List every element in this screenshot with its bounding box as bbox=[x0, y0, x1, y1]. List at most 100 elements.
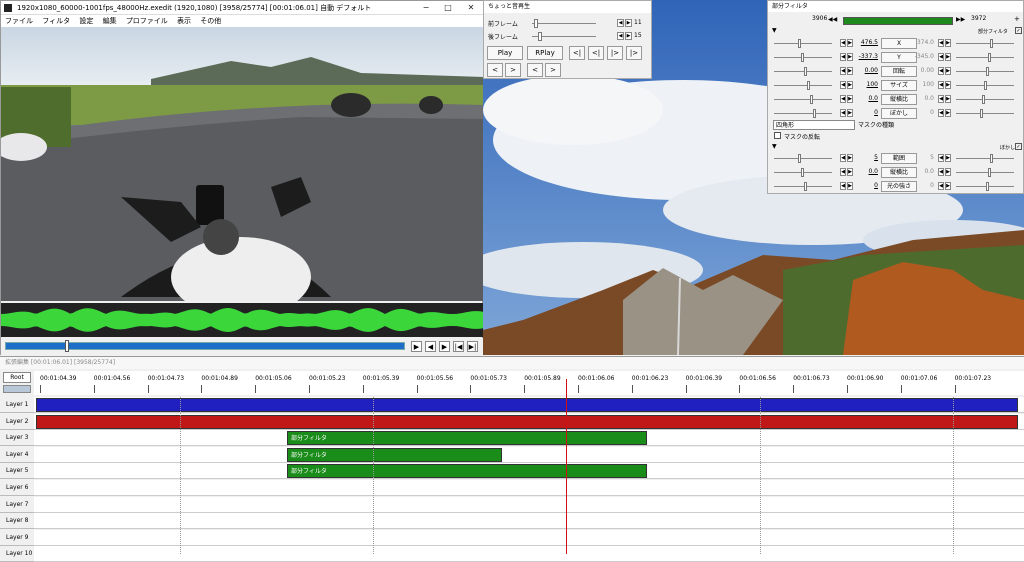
layer-lane[interactable] bbox=[34, 513, 1024, 530]
param-knob[interactable] bbox=[988, 168, 991, 177]
playhead[interactable] bbox=[566, 379, 567, 554]
param-mode-button[interactable]: 縦横比 bbox=[881, 167, 917, 178]
mask-invert-checkbox[interactable] bbox=[774, 132, 781, 139]
decrement-icon[interactable]: ◀ bbox=[938, 182, 944, 190]
decrement-icon[interactable]: ◀ bbox=[938, 109, 944, 117]
param-track[interactable] bbox=[956, 43, 1014, 44]
rplay-button[interactable]: RPlay bbox=[527, 46, 563, 60]
param-start-value[interactable]: 0 bbox=[852, 109, 878, 116]
prev-frames-track[interactable] bbox=[532, 23, 596, 24]
layer-lane[interactable] bbox=[34, 446, 1024, 463]
jump-end-icon[interactable]: ▶| bbox=[467, 341, 478, 352]
shift-left-button[interactable]: < bbox=[487, 63, 503, 77]
increment-icon[interactable]: ▶ bbox=[945, 109, 951, 117]
param-mode-button[interactable]: Y bbox=[881, 52, 917, 63]
close-button[interactable]: ✕ bbox=[464, 2, 478, 14]
param-track[interactable] bbox=[956, 158, 1014, 159]
param-track[interactable] bbox=[956, 71, 1014, 72]
range-bar[interactable] bbox=[843, 17, 953, 25]
param-knob[interactable] bbox=[798, 154, 801, 163]
param-knob[interactable] bbox=[798, 39, 801, 48]
layer-label[interactable]: Layer 9 bbox=[0, 529, 34, 546]
decrement-icon[interactable]: ◀ bbox=[938, 67, 944, 75]
param-track[interactable] bbox=[774, 113, 832, 114]
layer-label[interactable]: Layer 5 bbox=[0, 463, 34, 480]
param-end-value[interactable]: 0 bbox=[914, 182, 934, 189]
param-start-value[interactable]: 0.0 bbox=[852, 168, 878, 175]
param-end-value[interactable]: 0.00 bbox=[914, 67, 934, 74]
param-knob[interactable] bbox=[804, 67, 807, 76]
param-track[interactable] bbox=[774, 71, 832, 72]
decrement-icon[interactable]: ◀ bbox=[840, 81, 846, 89]
increment-icon[interactable]: ▶ bbox=[945, 53, 951, 61]
param-start-value[interactable]: 476.5 bbox=[852, 39, 878, 46]
param-end-value[interactable]: 0.0 bbox=[914, 168, 934, 175]
param-end-value[interactable]: 5 bbox=[914, 154, 934, 161]
layer-label[interactable]: Layer 1 bbox=[0, 397, 34, 413]
partial-filter-clip[interactable]: 部分フィルタ bbox=[287, 431, 647, 446]
next-frames-knob[interactable] bbox=[538, 32, 542, 41]
param-start-value[interactable]: 0 bbox=[852, 182, 878, 189]
first-frame-button[interactable]: <| bbox=[569, 46, 585, 60]
layer-lane[interactable] bbox=[34, 529, 1024, 546]
param-track[interactable] bbox=[774, 158, 832, 159]
increment-icon[interactable]: ▶ bbox=[625, 32, 632, 40]
media-clip[interactable] bbox=[36, 398, 1018, 412]
param-knob[interactable] bbox=[986, 67, 989, 76]
param-end-value[interactable]: 0.0 bbox=[914, 95, 934, 102]
decrement-icon[interactable]: ◀ bbox=[938, 53, 944, 61]
range-next-icon[interactable]: ▶▶ bbox=[956, 16, 965, 23]
decrement-icon[interactable]: ◀ bbox=[840, 95, 846, 103]
next-frame-icon[interactable]: ▶ bbox=[439, 341, 450, 352]
next-frame-button[interactable]: |> bbox=[607, 46, 623, 60]
layer-lane[interactable] bbox=[34, 496, 1024, 513]
menu-other[interactable]: その他 bbox=[200, 17, 221, 25]
param-knob[interactable] bbox=[990, 39, 993, 48]
increment-icon[interactable]: ▶ bbox=[625, 19, 632, 27]
param-end-value[interactable]: 100 bbox=[914, 81, 934, 88]
decrement-icon[interactable]: ◀ bbox=[617, 19, 624, 27]
increment-icon[interactable]: ▶ bbox=[945, 168, 951, 176]
param-end-value[interactable]: 0 bbox=[914, 109, 934, 116]
decrement-icon[interactable]: ◀ bbox=[840, 168, 846, 176]
partial-filter-clip[interactable]: 部分フィルタ bbox=[287, 447, 502, 462]
param-knob[interactable] bbox=[801, 168, 804, 177]
play-icon[interactable]: ▶ bbox=[411, 341, 422, 352]
param-knob[interactable] bbox=[988, 53, 991, 62]
layer-label[interactable]: Layer 2 bbox=[0, 413, 34, 430]
increment-icon[interactable]: ▶ bbox=[945, 67, 951, 75]
decrement-icon[interactable]: ◀ bbox=[938, 39, 944, 47]
param-knob[interactable] bbox=[807, 81, 810, 90]
increment-icon[interactable]: ▶ bbox=[945, 81, 951, 89]
layer-lane[interactable] bbox=[34, 480, 1024, 496]
param-track[interactable] bbox=[956, 57, 1014, 58]
section2-toggle-icon[interactable]: ▼ bbox=[772, 143, 777, 150]
decrement-icon[interactable]: ◀ bbox=[840, 154, 846, 162]
zoom-slider[interactable] bbox=[3, 385, 31, 393]
param-knob[interactable] bbox=[810, 95, 813, 104]
param-track[interactable] bbox=[774, 85, 832, 86]
param-mode-button[interactable]: 範囲 bbox=[881, 153, 917, 164]
section1-checkbox[interactable]: ✓ bbox=[1015, 27, 1022, 34]
layer-label[interactable]: Layer 4 bbox=[0, 446, 34, 463]
increment-icon[interactable]: ▶ bbox=[945, 95, 951, 103]
param-mode-button[interactable]: ぼかし bbox=[881, 108, 917, 119]
maximize-button[interactable]: □ bbox=[441, 2, 455, 14]
layer-label[interactable]: Layer 6 bbox=[0, 480, 34, 496]
param-track[interactable] bbox=[956, 113, 1014, 114]
param-start-value[interactable]: 100 bbox=[852, 81, 878, 88]
param-knob[interactable] bbox=[813, 109, 816, 118]
media-clip[interactable] bbox=[36, 414, 1018, 429]
param-track[interactable] bbox=[774, 186, 832, 187]
menu-edit[interactable]: 編集 bbox=[103, 17, 117, 25]
shape-select[interactable]: 四角形 bbox=[773, 120, 855, 130]
menu-settings[interactable]: 設定 bbox=[79, 17, 93, 25]
decrement-icon[interactable]: ◀ bbox=[938, 81, 944, 89]
jump-start-icon[interactable]: |◀ bbox=[453, 341, 464, 352]
menu-file[interactable]: ファイル bbox=[5, 17, 33, 25]
menu-profile[interactable]: プロファイル bbox=[126, 17, 168, 25]
range-left-button[interactable]: < bbox=[527, 63, 543, 77]
decrement-icon[interactable]: ◀ bbox=[938, 154, 944, 162]
param-end-value[interactable]: -345.0 bbox=[914, 53, 934, 60]
param-knob[interactable] bbox=[982, 95, 985, 104]
